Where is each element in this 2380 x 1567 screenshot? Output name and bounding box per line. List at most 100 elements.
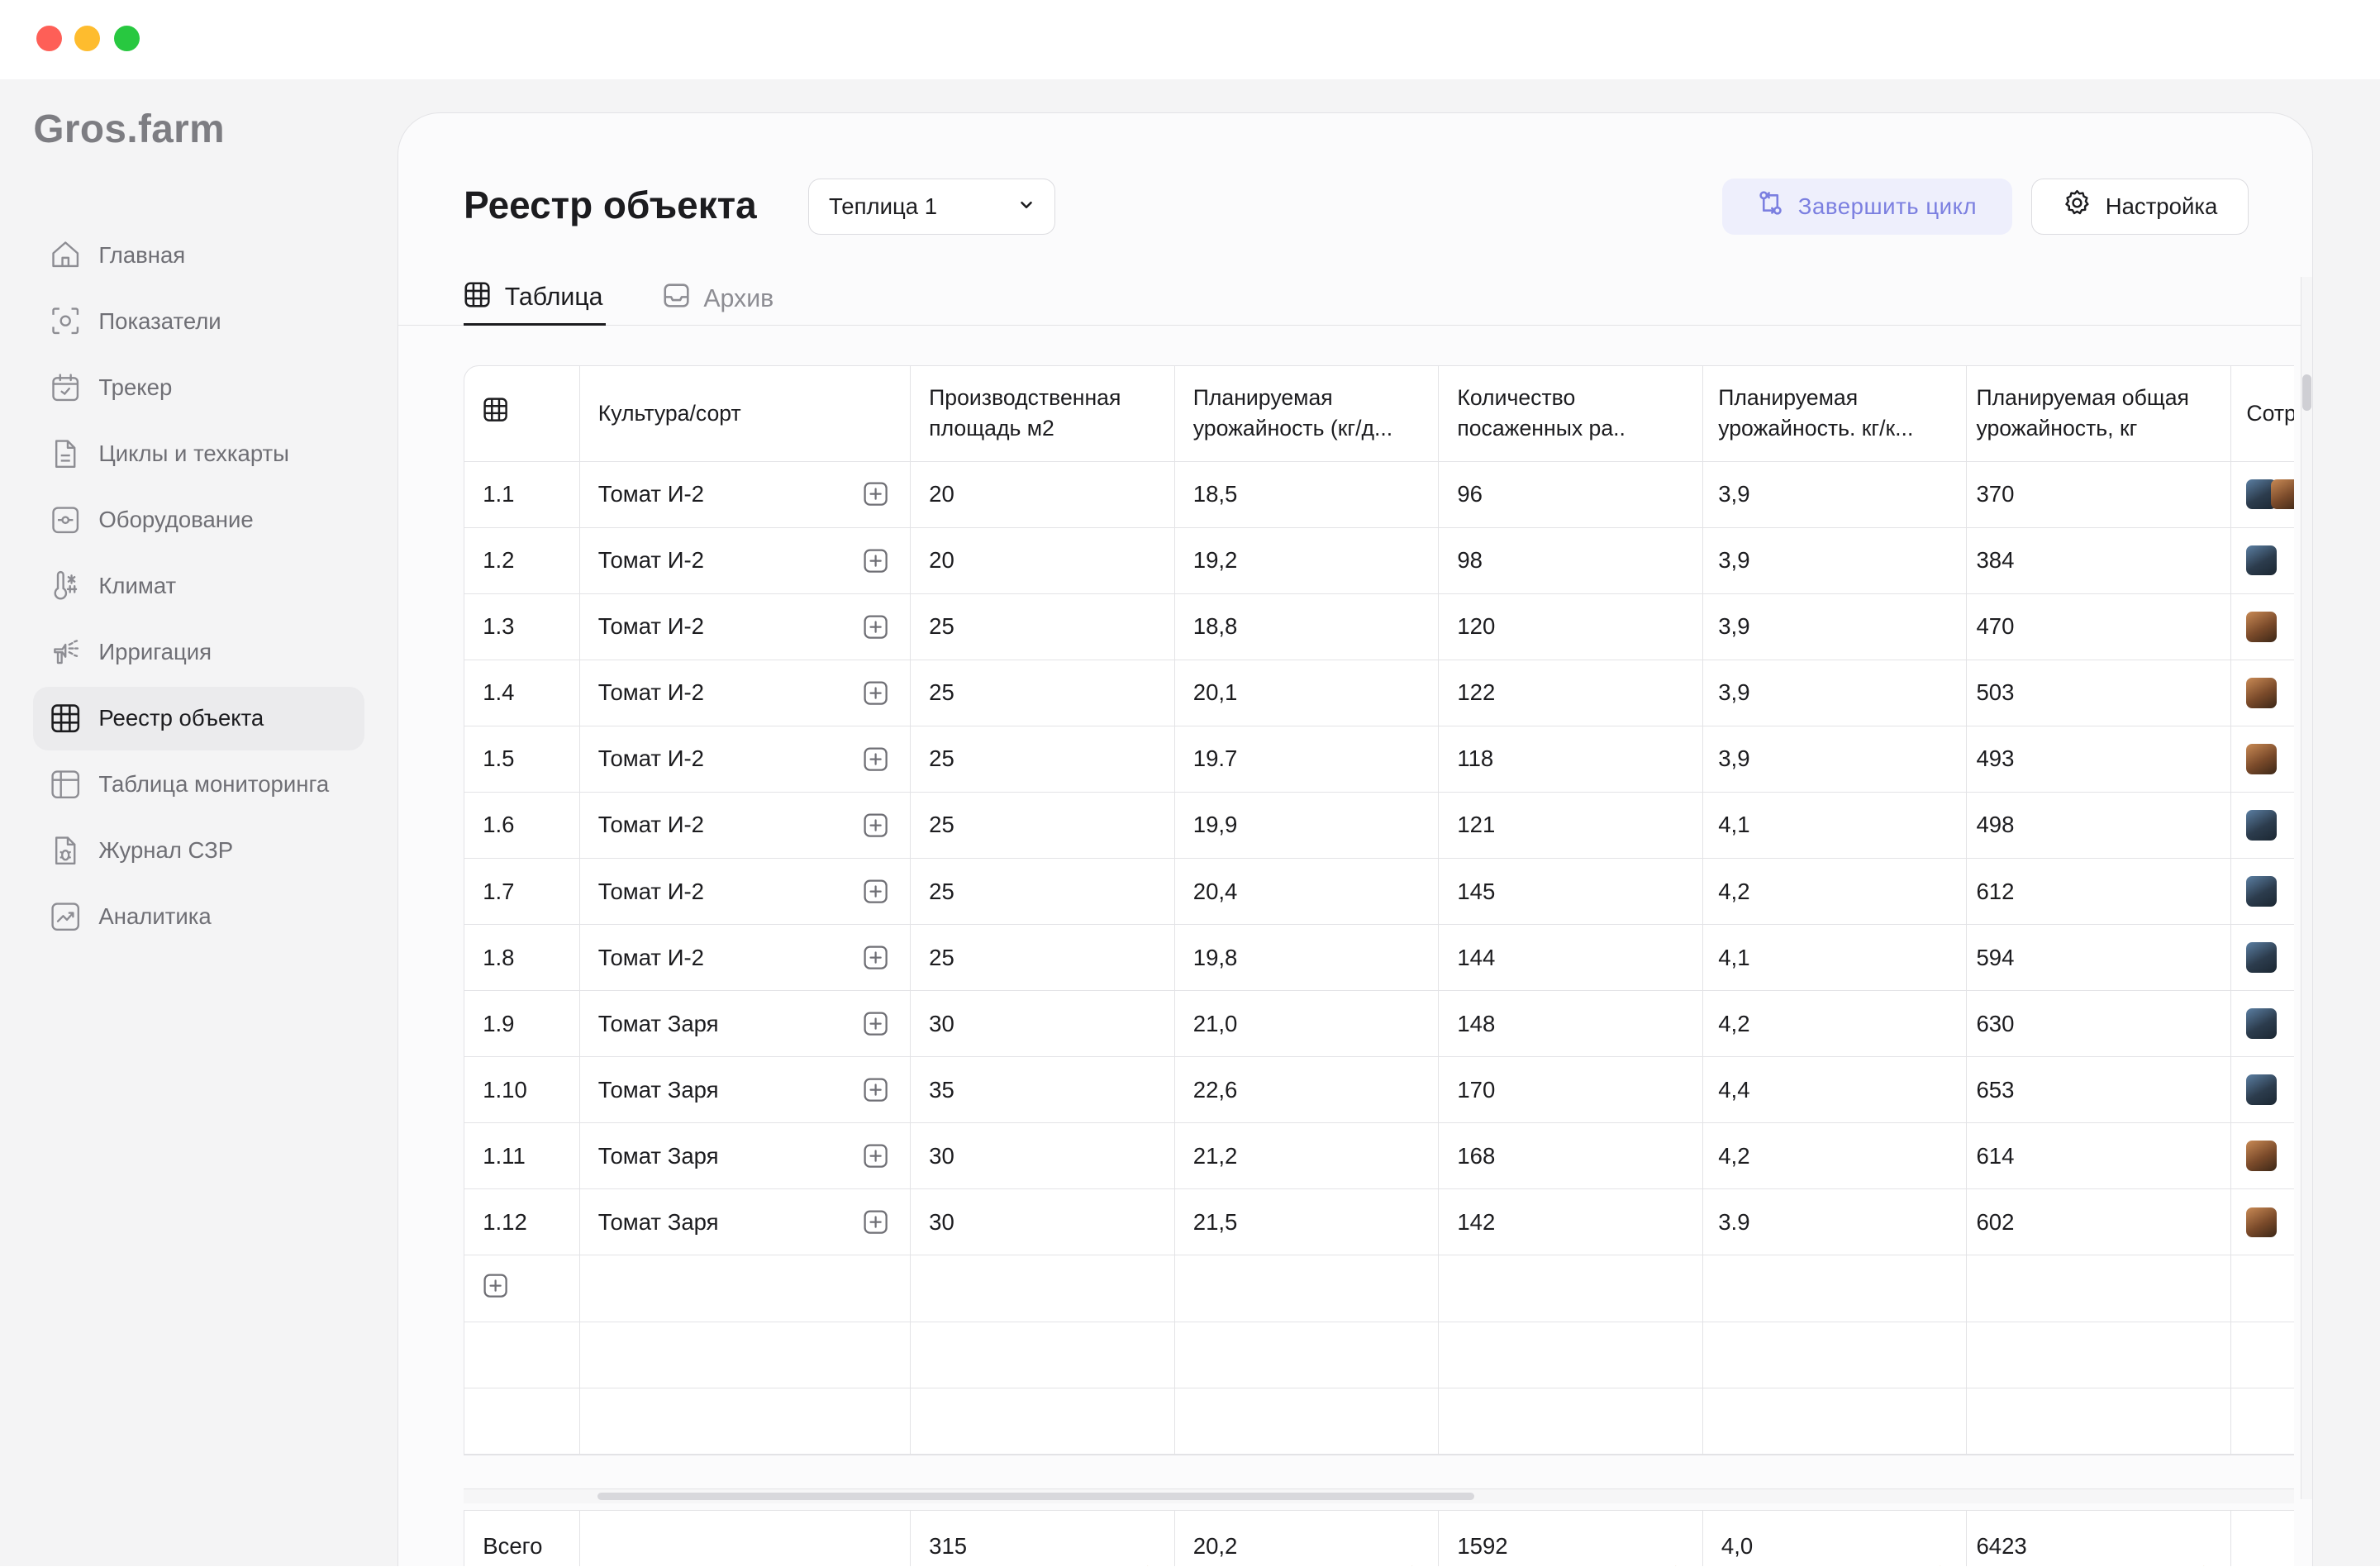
yield-kg-cell[interactable]: 4,2 [1703,1123,1968,1189]
avatar[interactable] [2246,611,2278,642]
plus-icon[interactable] [863,614,888,640]
column-header-total[interactable]: Планируемая общая урожайность, кг [1967,365,2232,461]
table-row[interactable]: 1.7 Томат И-2 25 20,4 145 4,2 612 [464,858,2295,926]
area-cell[interactable]: 25 [911,660,1175,726]
plus-icon[interactable] [863,1209,888,1235]
maximize-window-button[interactable] [113,26,140,52]
yield-kg-cell[interactable]: 3,9 [1703,726,1968,792]
table-row[interactable]: 1.6 Томат И-2 25 19,9 121 4,1 498 [464,792,2295,859]
area-cell[interactable]: 25 [911,792,1175,858]
planted-cell[interactable]: 168 [1439,1123,1703,1189]
yield-plan-cell[interactable]: 21,0 [1175,991,1440,1057]
yield-plan-cell[interactable]: 19,8 [1175,925,1440,991]
area-cell[interactable]: 30 [911,991,1175,1057]
avatar[interactable] [2246,876,2278,907]
table-row[interactable]: 1.5 Томат И-2 25 19.7 118 3,9 493 [464,726,2295,793]
area-cell[interactable]: 25 [911,593,1175,660]
crop-cell[interactable]: Томат И-2 [580,660,912,726]
settings-button[interactable]: Настройка [2031,178,2249,235]
avatar[interactable] [2246,1008,2278,1040]
staff-cell[interactable] [2231,1123,2294,1188]
crop-cell[interactable]: Томат И-2 [580,925,912,991]
plus-icon[interactable] [863,548,888,574]
tab-table[interactable]: Таблица [464,273,607,326]
column-header-staff[interactable]: Сотр [2231,366,2294,461]
total-cell[interactable]: 614 [1967,1123,2232,1189]
staff-cell[interactable] [2231,991,2294,1056]
planted-cell[interactable]: 145 [1439,858,1703,925]
plus-icon[interactable] [483,1273,508,1304]
table-row[interactable]: 1.1 Томат И-2 20 18,5 96 3,9 370 [464,461,2295,528]
yield-kg-cell[interactable]: 3,9 [1703,660,1968,726]
area-cell[interactable]: 25 [911,726,1175,792]
sidebar-item-4[interactable]: Оборудование [33,488,364,551]
column-header-area[interactable]: Производственная площадь м2 [911,365,1175,461]
sidebar-item-5[interactable]: Климат [33,554,364,617]
plus-icon[interactable] [863,1077,888,1103]
crop-cell[interactable]: Томат И-2 [580,461,912,527]
yield-kg-cell[interactable]: 4,2 [1703,858,1968,925]
total-cell[interactable]: 470 [1967,593,2232,660]
yield-plan-cell[interactable]: 20,1 [1175,660,1440,726]
app-logo[interactable]: Gros.farm [33,107,225,152]
tab-archive[interactable]: Архив [663,273,774,326]
planted-cell[interactable]: 170 [1439,1057,1703,1123]
table-row[interactable]: 1.9 Томат Заря 30 21,0 148 4,2 630 [464,991,2295,1058]
plus-icon[interactable] [863,481,888,507]
yield-kg-cell[interactable]: 3.9 [1703,1189,1968,1255]
plus-icon[interactable] [863,879,888,904]
staff-cell[interactable] [2231,1189,2294,1255]
sidebar-item-7[interactable]: Реестр объекта [33,686,364,750]
crop-cell[interactable]: Томат И-2 [580,726,912,792]
yield-plan-cell[interactable]: 21,5 [1175,1189,1440,1255]
crop-cell[interactable]: Томат И-2 [580,593,912,660]
yield-plan-cell[interactable]: 21,2 [1175,1123,1440,1189]
planted-cell[interactable]: 120 [1439,593,1703,660]
crop-cell[interactable]: Томат Заря [580,1123,912,1189]
bolt-icon[interactable] [1663,1565,1684,1567]
area-cell[interactable]: 25 [911,925,1175,991]
total-cell[interactable]: 602 [1967,1189,2232,1255]
total-cell[interactable]: 493 [1967,726,2232,792]
staff-cell[interactable] [2231,462,2295,527]
sidebar-item-2[interactable]: Трекер [33,355,364,419]
bolt-icon[interactable] [1927,1565,1949,1567]
table-row[interactable]: 1.11 Томат Заря 30 21,2 168 4,2 614 [464,1123,2295,1190]
area-cell[interactable]: 20 [911,461,1175,527]
crop-cell[interactable]: Томат И-2 [580,527,912,593]
crop-cell[interactable]: Томат И-2 [580,858,912,925]
yield-kg-cell[interactable]: 4,1 [1703,792,1968,858]
avatar[interactable] [2246,545,2278,576]
bolt-icon[interactable] [1135,1565,1156,1567]
sidebar-item-3[interactable]: Циклы и техкарты [33,422,364,485]
total-cell[interactable]: 384 [1967,527,2232,593]
finish-cycle-button[interactable]: Завершить цикл [1721,178,2012,235]
yield-plan-cell[interactable]: 18,5 [1175,461,1440,527]
column-header-yield-kg[interactable]: Планируемая урожайность. кг/к... [1703,365,1968,461]
yield-kg-cell[interactable]: 3,9 [1703,461,1968,527]
area-cell[interactable]: 30 [911,1189,1175,1255]
bolt-icon[interactable] [1399,1565,1421,1567]
vertical-scrollbar[interactable] [2300,277,2313,1499]
avatar[interactable] [2246,743,2278,774]
column-header-yield-plan[interactable]: Планируемая урожайность (кг/д... [1175,365,1440,461]
bolt-icon[interactable] [2191,1565,2212,1567]
staff-cell[interactable] [2231,859,2294,924]
avatar[interactable] [2246,1207,2278,1238]
yield-plan-cell[interactable]: 19,2 [1175,527,1440,593]
staff-cell[interactable] [2231,1057,2294,1122]
avatar[interactable] [2246,1074,2278,1106]
total-cell[interactable]: 612 [1967,858,2232,925]
table-row[interactable]: 1.8 Томат И-2 25 19,8 144 4,1 594 [464,925,2295,992]
yield-plan-cell[interactable]: 19,9 [1175,792,1440,858]
planted-cell[interactable]: 142 [1439,1189,1703,1255]
area-cell[interactable]: 20 [911,527,1175,593]
crop-cell[interactable]: Томат Заря [580,1057,912,1123]
area-cell[interactable]: 35 [911,1057,1175,1123]
planted-cell[interactable]: 121 [1439,792,1703,858]
avatar[interactable] [2246,810,2278,841]
plus-icon[interactable] [863,945,888,970]
minimize-window-button[interactable] [74,26,101,52]
yield-plan-cell[interactable]: 20,4 [1175,858,1440,925]
table-row[interactable]: 1.3 Томат И-2 25 18,8 120 3,9 470 [464,593,2295,660]
